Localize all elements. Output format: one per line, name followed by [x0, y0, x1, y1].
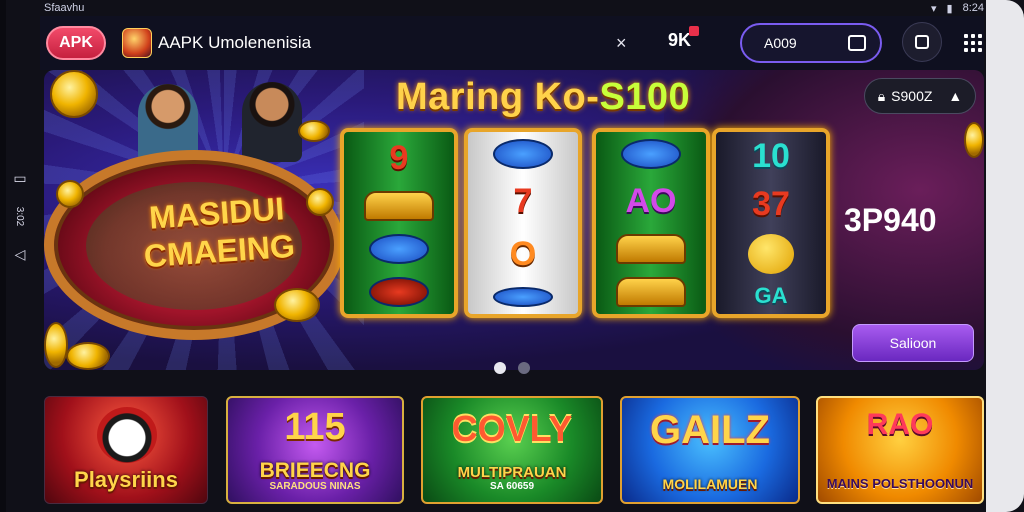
slot-reel-4: 10 37 GA: [712, 128, 830, 318]
back-icon[interactable]: ◁: [15, 246, 26, 263]
reel-symbol-crown: [616, 234, 686, 265]
carousel-dot[interactable]: [518, 362, 530, 374]
banner-title: Maring Ko-S100: [396, 76, 690, 119]
game-tile-big-text: RAO: [866, 408, 934, 441]
reel-symbol: O: [509, 234, 537, 273]
account-balance-pill[interactable]: A009: [740, 23, 882, 63]
reel-symbol-wave: [493, 138, 553, 169]
reel-symbol: 10: [752, 136, 790, 175]
notification-icon[interactable]: 9K: [668, 26, 700, 51]
status-left-text: Sfaavhu: [44, 2, 85, 14]
hero-banner[interactable]: MASIDUI CMAEING Maring Ko-S100 9 7 O AO: [44, 70, 984, 370]
reel-symbol-crown: [364, 190, 434, 221]
banner-title-main: Maring Ko-: [396, 76, 600, 118]
account-value: A009: [764, 35, 797, 51]
coin-icon: [66, 342, 110, 370]
reel-symbol: 7: [513, 182, 533, 221]
coin-icon: [274, 288, 320, 322]
game-tile-label: MAINS POLSTHOONUN: [826, 476, 974, 491]
slot-reel-1: 9: [340, 128, 458, 318]
reel-symbol: AO: [625, 181, 677, 220]
reel-symbol-face: [748, 233, 794, 274]
lock-pill-label: S900Z: [891, 88, 933, 104]
game-tile-5[interactable]: RAO MAINS POLSTHOONUN: [816, 396, 984, 504]
reel-symbol-wave: [369, 234, 429, 265]
square-icon[interactable]: ▭: [13, 170, 26, 187]
game-tile-sub: SARADOUS NINAS: [269, 481, 361, 492]
reel-symbol: GA: [754, 283, 788, 309]
coin-icon: [56, 180, 84, 208]
reel-symbol: 9: [389, 138, 409, 177]
host-man-image: [242, 82, 302, 162]
game-tile-1[interactable]: Playsriins: [44, 396, 208, 504]
reel-symbol-cup: [621, 138, 681, 169]
device-right-edge: [986, 0, 1024, 512]
game-tile-4[interactable]: GAILZ MOLILAMUEN: [620, 396, 800, 504]
app-bar: APK AAPK Umolenenisia × 9K A009: [40, 16, 984, 70]
panda-mascot-icon: [97, 407, 157, 463]
notification-label: 9K: [668, 30, 692, 50]
coin-icon: [964, 122, 984, 158]
coin-icon: [44, 322, 68, 368]
battery-icon: ▮: [946, 2, 953, 15]
reel-symbol-crown: [616, 277, 686, 308]
carousel-indicator: [494, 362, 530, 374]
game-tile-big-text: 115: [284, 406, 346, 448]
game-tile-label: Playsriins: [74, 467, 178, 492]
slot-reel-3: AO: [592, 128, 710, 318]
wallet-icon: [848, 35, 866, 51]
lock-icon: 🔒︎: [877, 87, 886, 104]
game-tiles-row: Playsriins 115 BRIEECNG SARADOUS NINAS C…: [44, 396, 984, 504]
warning-icon: ▲: [948, 88, 963, 104]
slot-reel-2: 7 O: [464, 128, 582, 318]
apk-button[interactable]: APK: [46, 26, 106, 60]
reel-symbol-red: [369, 277, 429, 308]
coin-icon: [306, 188, 334, 216]
system-nav: ▭ 3:02 ◁: [0, 170, 40, 310]
wifi-icon: ▾: [930, 2, 937, 15]
banner-title-accent: S100: [599, 76, 691, 118]
app-logo: [122, 28, 152, 58]
game-tile-3[interactable]: COVLY MULTIPRAUAN SA 60659: [421, 396, 603, 504]
sidebar-label: 3:02: [14, 206, 26, 227]
game-tile-label: MULTIPRAUAN: [457, 464, 567, 481]
square-icon: [915, 35, 929, 49]
jackpot-amount: 3P940: [844, 202, 937, 238]
game-tile-label: MOLILAMUEN: [662, 476, 758, 492]
status-bar: Sfaavhu ▾ ▮ 8:24: [44, 0, 984, 16]
profile-button[interactable]: [902, 22, 942, 62]
app-title: AAPK Umolenenisia: [158, 33, 312, 52]
notification-badge: [689, 26, 700, 36]
lock-pill[interactable]: 🔒︎ S900Z ▲: [864, 78, 976, 114]
clock: 8:24: [962, 2, 984, 14]
reel-symbol: 37: [752, 185, 790, 224]
grid-icon[interactable]: [964, 34, 982, 52]
banner-cta-button[interactable]: Salioon: [852, 324, 974, 362]
coin-icon: [298, 120, 330, 142]
game-tile-sub: SA 60659: [489, 481, 535, 492]
game-tile-label: BRIEECNG: [259, 459, 371, 482]
game-tile-big-text: GAILZ: [650, 408, 770, 452]
device-frame: Sfaavhu ▾ ▮ 8:24 ▭ 3:02 ◁ APK AAPK Umole…: [0, 0, 1024, 512]
game-tile-2[interactable]: 115 BRIEECNG SARADOUS NINAS: [226, 396, 404, 504]
close-icon[interactable]: ×: [616, 33, 627, 54]
carousel-dot-active[interactable]: [494, 362, 506, 374]
coin-icon: [50, 70, 98, 118]
game-tile-big-text: COVLY: [451, 408, 573, 449]
reel-symbol-dish: [493, 287, 553, 308]
